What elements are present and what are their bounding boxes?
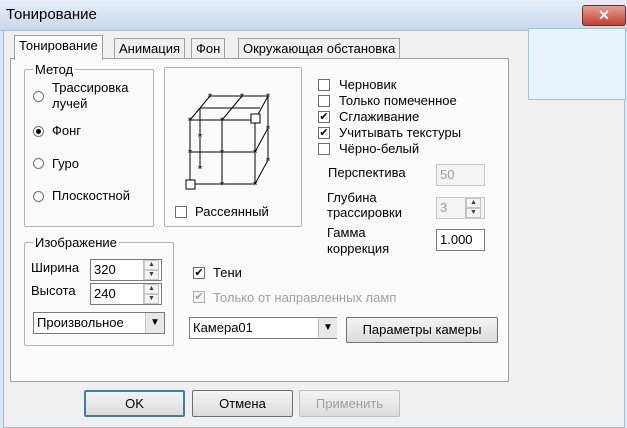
cube-grid-icon: * * * * * * * * * * * * * *	[185, 92, 271, 191]
width-label: Ширина	[31, 260, 80, 275]
depth-spinner[interactable]: ▲ ▼	[465, 198, 481, 218]
draft-label: Черновик	[339, 77, 397, 92]
perspective-label: Перспектива	[328, 165, 406, 180]
tab-environment[interactable]: Окружающая обстановка	[238, 38, 401, 59]
depth-up-icon[interactable]: ▲	[466, 198, 481, 208]
svg-text:*: *	[253, 148, 258, 159]
tab-rendering[interactable]: Тонирование	[14, 35, 103, 60]
height-up-icon[interactable]: ▲	[144, 284, 159, 294]
height-spinner[interactable]: ▲ ▼	[143, 284, 159, 304]
preview-panel	[528, 28, 626, 100]
svg-text:*: *	[253, 180, 258, 191]
directional-only-checkbox[interactable]: ✔	[193, 291, 205, 303]
draft-checkbox[interactable]	[318, 79, 330, 91]
antialiasing-label: Сглаживание	[339, 109, 420, 124]
svg-text:*: *	[188, 148, 193, 159]
radio-flat-label: Плоскостной	[52, 188, 130, 203]
width-up-icon[interactable]: ▲	[144, 260, 159, 270]
svg-text:*: *	[220, 148, 225, 159]
tab-background[interactable]: Фон	[191, 38, 226, 59]
svg-text:*: *	[198, 132, 203, 143]
method-legend: Метод	[33, 62, 76, 77]
cancel-button[interactable]: Отмена	[192, 390, 293, 417]
selected-only-checkbox[interactable]	[318, 95, 330, 107]
height-label: Высота	[31, 283, 76, 298]
width-spinner[interactable]: ▲ ▼	[143, 260, 159, 280]
diffuse-label: Рассеянный	[195, 204, 269, 219]
grayscale-label: Чёрно-белый	[339, 141, 420, 156]
radio-phong[interactable]	[33, 126, 44, 137]
gamma-label-2: коррекция	[327, 241, 390, 256]
tab-animation[interactable]: Анимация	[114, 38, 186, 59]
radio-phong-label: Фонг	[52, 123, 82, 138]
diffuse-checkbox[interactable]	[175, 206, 187, 218]
size-mode-dropdown-icon[interactable]: ▼	[145, 313, 164, 333]
camera-dropdown-icon[interactable]: ▼	[318, 318, 337, 338]
depth-label-2: трассировки	[327, 205, 402, 220]
radio-raytracing-label-1: Трассировка	[52, 80, 129, 95]
svg-text:*: *	[240, 92, 245, 103]
svg-text:*: *	[266, 92, 271, 103]
radio-raytracing-label-2: лучей	[52, 96, 88, 111]
svg-text:*: *	[208, 92, 213, 103]
svg-text:*: *	[220, 180, 225, 191]
svg-text:*: *	[198, 164, 203, 175]
camera-select[interactable]: Камера01	[189, 317, 337, 339]
perspective-field[interactable]: 50	[436, 164, 485, 186]
svg-text:*: *	[266, 156, 271, 167]
depth-label-1: Глубина	[327, 190, 377, 205]
gamma-label-1: Гамма	[327, 225, 366, 240]
radio-flat[interactable]	[33, 191, 44, 202]
shadows-label: Тени	[213, 265, 242, 280]
textures-label: Учитывать текстуры	[339, 125, 462, 140]
camera-value: Камера01	[193, 320, 253, 335]
radio-gouraud[interactable]	[33, 158, 44, 169]
svg-text:*: *	[188, 116, 193, 127]
selected-only-label: Только помеченное	[339, 93, 457, 108]
radio-raytracing[interactable]	[33, 91, 44, 102]
antialiasing-checkbox[interactable]: ✔	[318, 111, 330, 123]
camera-params-button[interactable]: Параметры камеры	[346, 317, 498, 343]
radio-gouraud-label: Гуро	[52, 156, 79, 171]
height-down-icon[interactable]: ▼	[144, 294, 159, 304]
close-button[interactable]: ✕	[582, 5, 626, 26]
textures-checkbox[interactable]: ✔	[318, 127, 330, 139]
image-legend: Изображение	[33, 235, 119, 250]
svg-text:*: *	[266, 124, 271, 135]
svg-text:*: *	[220, 116, 225, 127]
ok-button[interactable]: OK	[84, 390, 185, 417]
window-title: Тонирование	[6, 6, 97, 23]
size-mode-value: Произвольное	[37, 315, 124, 330]
grayscale-checkbox[interactable]	[318, 143, 330, 155]
apply-button[interactable]: Применить	[299, 390, 400, 417]
depth-down-icon[interactable]: ▼	[466, 208, 481, 218]
shadows-checkbox[interactable]: ✔	[193, 267, 205, 279]
directional-only-label: Только от направленных ламп	[213, 290, 397, 305]
gamma-field[interactable]: 1.000	[436, 229, 485, 251]
width-down-icon[interactable]: ▼	[144, 270, 159, 280]
